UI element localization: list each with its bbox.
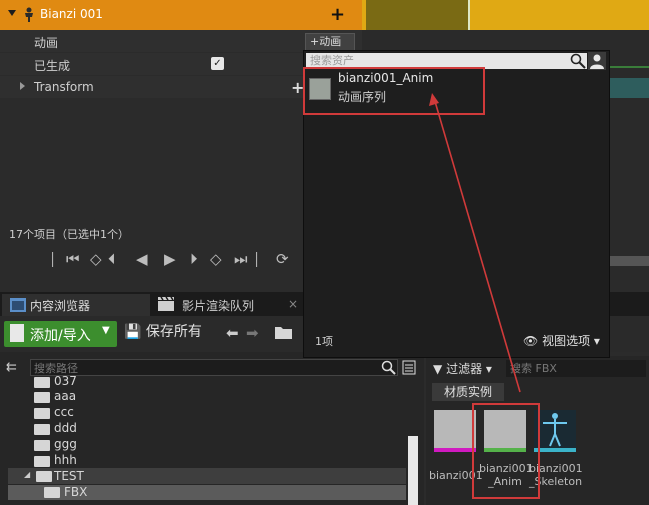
annotation-box [472, 403, 540, 499]
tab-render-queue[interactable]: 影片渲染队列 [182, 297, 254, 314]
loop-icon[interactable]: ⟳ [276, 250, 289, 268]
chevron-down-icon: ▾ [485, 362, 492, 376]
folder-icon [44, 487, 60, 498]
content-browser-icon [10, 298, 26, 312]
add-key-icon[interactable]: ◇ [90, 250, 102, 268]
save-all-button[interactable]: 💾 保存所有 [124, 321, 202, 341]
asset-search-input[interactable]: 搜索 FBX [506, 360, 646, 377]
close-tab-icon[interactable]: × [288, 297, 298, 311]
chevron-down-icon: ▾ [593, 334, 600, 348]
row-baked-label: 已生成 [34, 59, 71, 73]
row-transform-label: Transform [34, 80, 94, 94]
jump-end-bar-icon[interactable]: ⎸ [256, 250, 271, 268]
jump-end-icon[interactable]: ⏭ [234, 250, 248, 268]
asset-thumbnail[interactable] [534, 410, 576, 452]
folder-icon [34, 424, 50, 435]
folder-open-icon [36, 471, 52, 482]
add-import-label: 添加/导入 [30, 328, 91, 344]
tree-item[interactable]: FBX [64, 485, 87, 499]
view-options-button[interactable]: 👁 视图选项 ▾ [523, 332, 600, 349]
back-arrow-icon[interactable]: ⬅ [226, 324, 239, 342]
timeline-section-dark [366, 0, 468, 30]
tree-item[interactable]: ddd [54, 421, 77, 435]
timeline-section[interactable] [362, 0, 649, 30]
list-icon[interactable] [402, 360, 416, 375]
filter-chip-material-instance[interactable]: 材质实例 [432, 383, 504, 401]
play-reverse-icon[interactable]: ◀ [136, 250, 148, 268]
filter-button[interactable]: ▼ 过滤器 ▾ [433, 360, 492, 377]
asset-picker-count: 1项 [315, 335, 333, 348]
filter-icon: ▼ [433, 362, 443, 376]
save-all-label: 保存所有 [145, 324, 202, 340]
timeline-bar [607, 66, 649, 68]
folder-icon [34, 377, 50, 388]
add-track-icon[interactable]: + [330, 4, 345, 25]
transport-controls: ⎸ ⏮ ◇ ⏴ ◀ ▶ ⏵ ◇ ⏭ ⎸ ⟳ [50, 250, 308, 272]
filter-label: 过滤器 [446, 362, 483, 376]
collapse-triangle-icon[interactable] [8, 10, 16, 16]
tree-item[interactable]: aaa [54, 389, 76, 403]
step-back-icon[interactable]: ⏴ [108, 250, 116, 268]
panel-toggle-icon[interactable]: ⇇ [6, 360, 17, 375]
clapper-icon [158, 297, 174, 311]
add-file-icon [10, 324, 24, 342]
timeline-bar [607, 78, 649, 98]
add-import-button[interactable]: 添加/导入 ▼ [4, 321, 117, 347]
collapse-triangle-icon[interactable]: ◢ [24, 470, 30, 479]
asset-type-bar [534, 448, 576, 452]
next-key-icon[interactable]: ◇ [210, 250, 222, 268]
asset-type-bar [434, 448, 476, 452]
eye-icon: 👁 [523, 334, 539, 348]
jump-start-icon[interactable]: ⎸ [52, 250, 67, 268]
annotation-box [303, 67, 485, 115]
step-forward-icon[interactable]: ⏵ [190, 250, 198, 268]
tree-item[interactable]: 037 [54, 374, 77, 388]
asset-thumbnail[interactable] [434, 410, 476, 452]
track-title: Bianzi 001 [40, 7, 103, 21]
folder-icon[interactable] [273, 323, 295, 343]
skeleton-icon [543, 413, 567, 447]
baked-checkbox[interactable]: ✓ [211, 57, 224, 70]
row-animation-label: 动画 [34, 36, 59, 50]
folder-icon [34, 392, 50, 403]
items-count: 17个项目（已选中1个） [9, 228, 129, 241]
skeletal-mesh-icon [25, 7, 33, 22]
tree-item[interactable]: ccc [54, 405, 74, 419]
folder-icon [34, 440, 50, 451]
folder-icon [34, 408, 50, 419]
tree-scrollbar[interactable] [408, 436, 418, 505]
tab-content-browser-label: 内容浏览器 [30, 299, 91, 313]
add-animation-button[interactable]: +动画 [305, 33, 355, 51]
search-icon[interactable] [381, 360, 396, 375]
tree-item[interactable]: ggg [54, 437, 77, 451]
chevron-down-icon: ▼ [102, 325, 110, 336]
forward-arrow-icon[interactable]: ➡ [246, 324, 259, 342]
save-icon: 💾 [124, 324, 142, 340]
path-search-input[interactable]: 搜索路径 [30, 359, 398, 376]
user-icon[interactable] [588, 52, 606, 70]
playhead[interactable] [468, 0, 470, 30]
timeline-scrollbar[interactable] [610, 256, 649, 266]
search-icon[interactable] [570, 53, 586, 69]
tree-item[interactable]: TEST [54, 469, 84, 483]
folder-icon [34, 456, 50, 467]
expand-triangle-icon[interactable] [20, 82, 25, 90]
tree-item[interactable]: hhh [54, 453, 77, 467]
view-options-label: 视图选项 [542, 334, 591, 348]
play-icon[interactable]: ▶ [164, 250, 176, 268]
prev-key-icon[interactable]: ⏮ [66, 250, 80, 268]
